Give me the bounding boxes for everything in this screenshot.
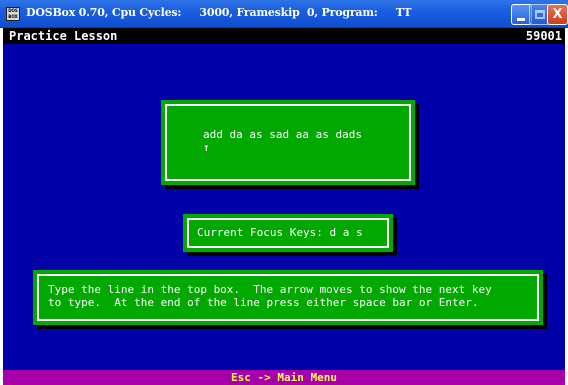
instructions-line-1: Type the line in the top box. The arrow … — [48, 283, 492, 296]
minimize-icon — [517, 18, 525, 21]
window-title: DOSBox 0.70, Cpu Cycles: 3000, Frameskip… — [26, 6, 412, 19]
window-titlebar[interactable]: DOS BOX DOSBox 0.70, Cpu Cycles: 3000, F… — [0, 0, 568, 28]
lesson-box-frame — [165, 104, 411, 181]
cursor-arrow-icon: ↑ — [203, 141, 210, 154]
screen-header: Practice Lesson 59001 — [3, 28, 565, 44]
close-icon: X — [552, 7, 563, 22]
main-menu-shortcut[interactable]: Esc -> Main Menu — [3, 370, 565, 385]
dosbox-app-icon[interactable]: DOS BOX — [6, 7, 20, 21]
maximize-icon — [535, 10, 545, 19]
close-button[interactable]: X — [547, 4, 568, 25]
lesson-code: 59001 — [525, 29, 562, 43]
lesson-line-box: add da as sad aa as dads ↑ — [161, 100, 415, 185]
instructions-box: Type the line in the top box. The arrow … — [33, 270, 543, 325]
app-icon-label: DOS BOX — [8, 8, 18, 19]
lesson-line-text: add da as sad aa as dads — [203, 128, 362, 141]
lesson-title: Practice Lesson — [9, 29, 118, 43]
focus-keys-box: Current Focus Keys: d a s — [183, 214, 393, 252]
focus-keys-text: Current Focus Keys: d a s — [197, 226, 363, 239]
dos-screen[interactable]: Practice Lesson 59001 add da as sad aa a… — [3, 28, 565, 385]
instructions-line-2: to type. At the end of the line press ei… — [48, 296, 479, 309]
